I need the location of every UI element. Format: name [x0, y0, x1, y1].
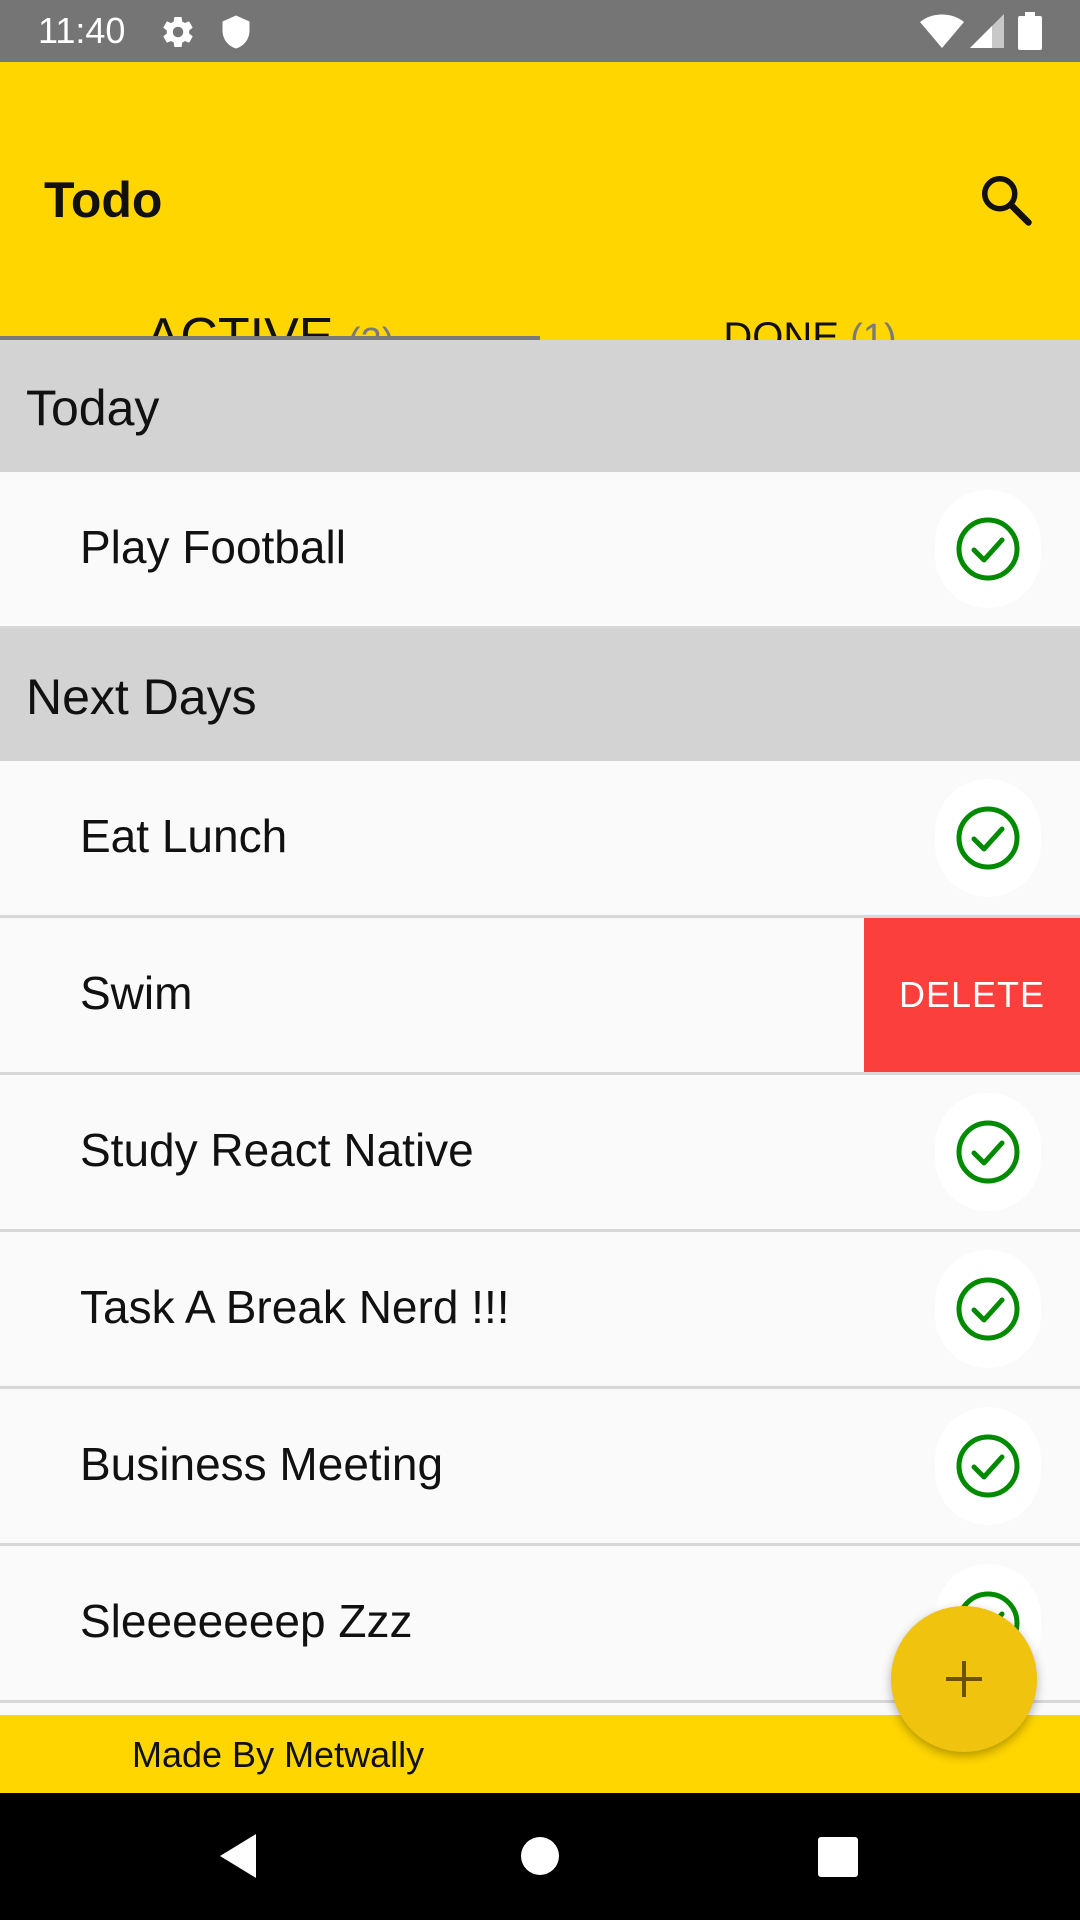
check-circle-icon — [956, 1277, 1020, 1341]
complete-button[interactable] — [935, 779, 1041, 897]
add-todo-button[interactable] — [891, 1606, 1037, 1752]
check-circle-icon — [956, 517, 1020, 581]
todo-label: Study React Native — [80, 1124, 474, 1176]
settings-icon — [163, 17, 193, 48]
plus-icon — [946, 1661, 982, 1697]
check-circle-icon — [956, 806, 1020, 870]
signal-icon — [970, 14, 1004, 48]
list-item[interactable]: Business Meeting — [0, 1389, 1080, 1546]
section-header-today: Today — [0, 340, 1080, 472]
list-item[interactable]: Study React Native — [0, 1075, 1080, 1232]
search-icon — [982, 176, 1032, 226]
list-item[interactable]: Eat Lunch — [0, 761, 1080, 918]
todo-label: Eat Lunch — [80, 810, 288, 862]
todo-label: Swim — [80, 967, 193, 1019]
check-circle-icon — [956, 1434, 1020, 1498]
app-title: Todo — [44, 172, 163, 228]
back-icon[interactable] — [216, 1831, 260, 1881]
search-button[interactable] — [976, 170, 1036, 230]
home-icon[interactable] — [521, 1837, 559, 1875]
delete-button[interactable]: DELETE — [864, 918, 1080, 1072]
app-bar: Todo ACTIVE (2) DONE (1) — [0, 62, 1080, 366]
section-title: Next Days — [26, 669, 257, 725]
section-header-next-days: Next Days — [0, 629, 1080, 761]
footer-credit: Made By Metwally — [132, 1734, 425, 1775]
wifi-icon — [920, 14, 964, 48]
recents-icon[interactable] — [818, 1837, 858, 1877]
list-item[interactable]: Task A Break Nerd !!! — [0, 1232, 1080, 1389]
list-item[interactable]: Play Football — [0, 472, 1080, 629]
status-time: 11:40 — [38, 10, 126, 51]
list-item[interactable]: Swim DELETE — [0, 918, 1080, 1075]
todo-label: Business Meeting — [80, 1438, 444, 1490]
battery-icon — [1018, 12, 1042, 50]
section-title: Today — [26, 380, 160, 436]
todo-label: Play Football — [80, 521, 346, 573]
shield-icon — [222, 15, 250, 49]
complete-button[interactable] — [935, 1093, 1041, 1211]
complete-button[interactable] — [935, 490, 1041, 608]
complete-button[interactable] — [935, 1407, 1041, 1525]
complete-button[interactable] — [935, 1250, 1041, 1368]
system-nav-bar — [0, 1793, 1080, 1920]
check-circle-icon — [956, 1120, 1020, 1184]
status-bar: 11:40 — [0, 0, 1080, 62]
todo-label: Sleeeeeeep Zzz — [80, 1595, 413, 1647]
todo-label: Task A Break Nerd !!! — [80, 1281, 510, 1333]
